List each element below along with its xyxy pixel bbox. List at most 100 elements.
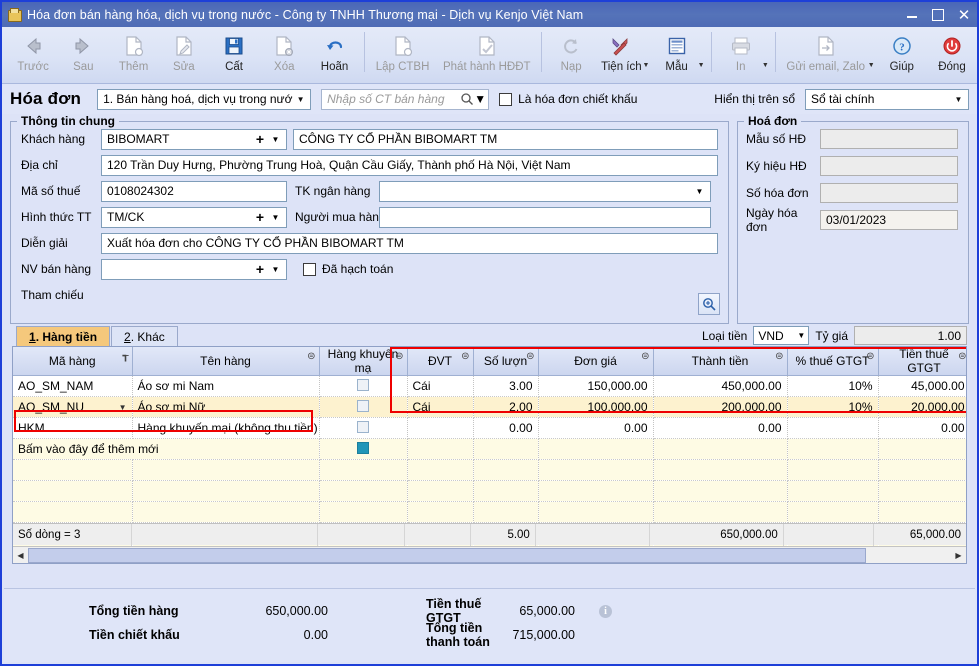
add-icon[interactable]: + [252, 261, 268, 277]
chevron-down-icon[interactable]: ▼ [268, 135, 283, 144]
cell-qty[interactable] [473, 439, 538, 460]
filter-icon[interactable]: ⊜ [866, 351, 874, 362]
tab-khac[interactable]: 2. Khác [111, 326, 178, 346]
col-header-thanh-tien[interactable]: Thành tiền⊜ [653, 347, 787, 376]
chevron-down-icon-send[interactable]: ▼ [868, 62, 875, 69]
cell-vat-amount[interactable]: 20,000.00 [878, 397, 967, 418]
filter-icon[interactable]: ⊜ [641, 351, 649, 362]
info-icon[interactable]: i [599, 605, 612, 618]
toolbar-button-delete[interactable]: Xóa [259, 30, 309, 82]
cell-unit[interactable]: Cái [407, 376, 473, 397]
checkbox-box[interactable] [303, 263, 316, 276]
bank-account-field[interactable]: ▼ [379, 181, 711, 202]
cell-qty[interactable]: 0.00 [473, 418, 538, 439]
posted-checkbox[interactable]: Đã hạch toán [303, 262, 393, 276]
tax-code-field[interactable]: 0108024302 [101, 181, 287, 202]
add-icon[interactable]: + [252, 209, 268, 225]
promo-checkbox[interactable] [357, 400, 369, 412]
cell-vat-rate[interactable] [787, 439, 878, 460]
new-row-placeholder[interactable]: Bấm vào đây để thêm mới [13, 439, 967, 460]
table-row[interactable]: AO_SM_NAM Áo sơ mi Nam Cái 3.00 150,000.… [13, 376, 967, 397]
cell-unit[interactable] [407, 418, 473, 439]
chevron-down-icon[interactable]: ▼ [268, 265, 283, 274]
col-header-ma-hang[interactable]: Mã hàng┱ [13, 347, 132, 376]
chevron-down-icon[interactable]: ▼ [293, 95, 308, 104]
chevron-down-icon-print[interactable]: ▼ [762, 62, 769, 69]
cell-amount[interactable]: 450,000.00 [653, 376, 787, 397]
grid-horizontal-scrollbar[interactable]: ◀ ▶ [13, 546, 966, 563]
filter-icon[interactable]: ⊜ [526, 351, 534, 362]
cell-name[interactable]: Áo sơ mi Nam [132, 376, 319, 397]
toolbar-button-previous[interactable]: Trước [8, 30, 58, 82]
filter-icon[interactable]: ⊜ [395, 351, 403, 362]
cell-name[interactable]: Áo sơ mi Nữ [132, 397, 319, 418]
cell-price[interactable]: 150,000.00 [538, 376, 653, 397]
search-input[interactable]: Nhập số CT bán hàng ▼ [321, 89, 489, 110]
scroll-right-arrow-icon[interactable]: ▶ [951, 551, 966, 560]
col-header-ten-hang[interactable]: Tên hàng⊜ [132, 347, 319, 376]
cell-promo[interactable] [319, 376, 407, 397]
chevron-down-icon-utilities[interactable]: ▼ [643, 62, 650, 69]
cell-vat-rate[interactable]: 10% [787, 397, 878, 418]
salesperson-field[interactable]: + ▼ [101, 259, 287, 280]
tab-hang-tien[interactable]: 1. Hàng tiền [16, 326, 110, 346]
address-field[interactable]: 120 Trần Duy Hưng, Phường Trung Hoà, Quậ… [101, 155, 718, 176]
cell-code[interactable]: HKM [13, 418, 132, 439]
col-header-dvt[interactable]: ĐVT⊜ [407, 347, 473, 376]
cell-name[interactable]: Hàng khuyến mại (không thu tiền) [132, 418, 319, 439]
filter-icon[interactable]: ⊜ [461, 351, 469, 362]
filter-icon[interactable]: ⊜ [958, 351, 966, 362]
table-row[interactable]: AO_SM_NU▼ Áo sơ mi Nữ Cái 2.00 100,000.0… [13, 397, 967, 418]
customer-name-field[interactable]: CÔNG TY CỔ PHẦN BIBOMART TM [293, 129, 718, 150]
toolbar-button-create-sales-doc[interactable]: Lập CTBH [369, 30, 437, 82]
toolbar-button-add[interactable]: Thêm [108, 30, 158, 82]
invoice-no-field[interactable] [820, 183, 958, 203]
toolbar-button-edit[interactable]: Sửa [159, 30, 209, 82]
toolbar-button-close[interactable]: Đóng [927, 30, 977, 82]
toolbar-button-send-email-zalo[interactable]: Gửi email, Zalo [780, 30, 872, 82]
exchange-rate-field[interactable]: 1.00 [854, 326, 967, 345]
book-combobox[interactable]: Sổ tài chính ▼ [805, 89, 969, 110]
cell-price[interactable] [538, 439, 653, 460]
toolbar-button-template[interactable]: Mẫu [651, 30, 701, 82]
filter-icon[interactable]: ⊜ [307, 351, 315, 362]
new-row-hint[interactable]: Bấm vào đây để thêm mới [13, 439, 319, 460]
chevron-down-icon[interactable]: ▼ [794, 331, 808, 340]
promo-checkbox[interactable] [357, 421, 369, 433]
search-icon[interactable] [460, 92, 474, 106]
close-button[interactable] [951, 2, 977, 27]
chevron-down-icon-search[interactable]: ▼ [474, 92, 486, 106]
cell-promo[interactable] [319, 418, 407, 439]
discount-invoice-checkbox[interactable]: Là hóa đơn chiết khấu [499, 92, 637, 106]
cell-price[interactable]: 0.00 [538, 418, 653, 439]
payment-method-field[interactable]: TM/CK + ▼ [101, 207, 287, 228]
col-header-so-luong[interactable]: Số lượn⊜ [473, 347, 538, 376]
promo-checkbox[interactable] [357, 442, 369, 454]
scroll-left-arrow-icon[interactable]: ◀ [13, 551, 28, 560]
customer-code-field[interactable]: BIBOMART + ▼ [101, 129, 287, 150]
chevron-down-icon[interactable]: ▼ [119, 403, 127, 412]
symbol-field[interactable] [820, 156, 958, 176]
col-header-hang-khuyen-mai[interactable]: Hàng khuyến mạ⊜ [319, 347, 407, 376]
col-header-pct-thue-gtgt[interactable]: % thuế GTGT⊜ [787, 347, 878, 376]
promo-checkbox[interactable] [357, 379, 369, 391]
invoice-date-field[interactable]: 03/01/2023 [820, 210, 958, 230]
cell-vat-amount[interactable]: 45,000.00 [878, 376, 967, 397]
cell-amount[interactable]: 200,000.00 [653, 397, 787, 418]
toolbar-button-utilities[interactable]: Tiện ích [596, 30, 646, 82]
checkbox-box[interactable] [499, 93, 512, 106]
form-no-field[interactable] [820, 129, 958, 149]
chevron-down-icon[interactable]: ▼ [692, 187, 707, 196]
cell-unit[interactable]: Cái [407, 397, 473, 418]
pin-icon[interactable]: ┱ [122, 351, 128, 362]
cell-code[interactable]: AO_SM_NAM [13, 376, 132, 397]
cell-vat-rate[interactable] [787, 418, 878, 439]
maximize-button[interactable] [925, 2, 951, 27]
toolbar-button-next[interactable]: Sau [58, 30, 108, 82]
cell-vat-amount[interactable] [878, 439, 967, 460]
chevron-down-icon-template[interactable]: ▼ [698, 62, 705, 69]
cell-amount[interactable]: 0.00 [653, 418, 787, 439]
cell-code[interactable]: AO_SM_NU▼ [13, 397, 132, 418]
add-icon[interactable]: + [252, 131, 268, 147]
zoom-in-button[interactable] [698, 293, 720, 315]
